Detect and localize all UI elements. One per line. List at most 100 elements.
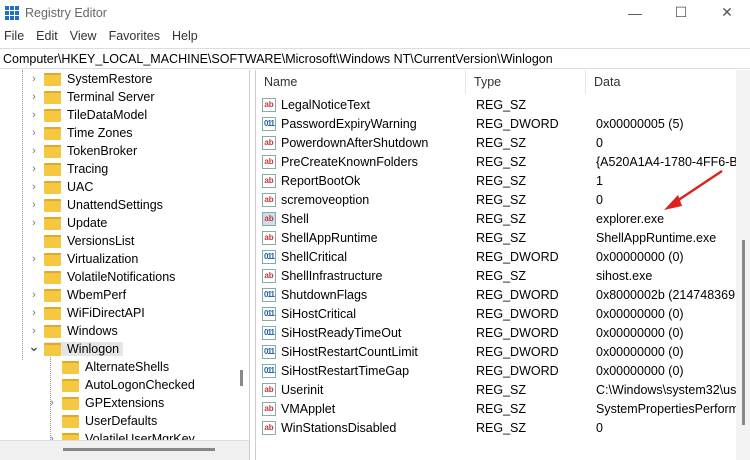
tree-item-label: TokenBroker <box>67 144 138 158</box>
value-type: REG_DWORD <box>476 116 559 131</box>
tree-vertical-scrollbar[interactable] <box>240 370 243 386</box>
tree-item[interactable]: UserDefaults <box>46 412 157 430</box>
window-title: Registry Editor <box>25 5 107 20</box>
value-row[interactable]: ab LegalNoticeText REG_SZ <box>256 95 736 114</box>
value-row[interactable]: ab PowerdownAfterShutdown REG_SZ 0 <box>256 133 736 152</box>
chevron-right-icon[interactable]: › <box>28 181 40 193</box>
chevron-right-icon[interactable]: › <box>28 163 40 175</box>
chevron-right-icon[interactable]: › <box>28 127 40 139</box>
tree-item[interactable]: › WbemPerf <box>28 286 126 304</box>
value-row[interactable]: 011 ShutdownFlags REG_DWORD 0x8000002b (214… <box>256 285 736 304</box>
list-vertical-scrollbar[interactable] <box>736 70 750 460</box>
value-data: 0x00000000 (0) <box>596 325 684 340</box>
value-row[interactable]: 011 SiHostRestartCountLimit REG_DWORD 0x000… <box>256 342 736 361</box>
tree-item-label: VersionsList <box>67 234 135 248</box>
value-data: 0x00000005 (5) <box>596 116 684 131</box>
value-row[interactable]: 011 PasswordExpiryWarning REG_DWORD 0x00000… <box>256 114 736 133</box>
menu-file[interactable]: File <box>4 29 24 43</box>
tree-item[interactable]: › TokenBroker <box>28 142 137 160</box>
value-row[interactable]: ab VMApplet REG_SZ SystemPropertiesPerforma <box>256 399 736 418</box>
close-button[interactable]: ✕ <box>704 0 750 25</box>
menu-view[interactable]: View <box>70 29 97 43</box>
value-row[interactable]: ab Userinit REG_SZ C:\Windows\system32\use <box>256 380 736 399</box>
value-row[interactable]: ab ShellInfrastructure REG_SZ sihost.exe <box>256 266 736 285</box>
tree-item[interactable]: ⌄ Winlogon <box>28 338 124 358</box>
menu-edit[interactable]: Edit <box>36 29 58 43</box>
value-name: ShutdownFlags <box>281 287 368 302</box>
column-type[interactable]: Type <box>466 70 586 94</box>
tree-item[interactable]: › UAC <box>28 178 93 196</box>
value-row[interactable]: ab WinStationsDisabled REG_SZ 0 <box>256 418 736 437</box>
value-data: 0x00000000 (0) <box>596 344 684 359</box>
scroll-thumb[interactable] <box>742 240 745 425</box>
tree-item[interactable]: › Tracing <box>28 160 108 178</box>
value-row[interactable]: 011 SiHostRestartTimeGap REG_DWORD 0x000000… <box>256 361 736 380</box>
tree-item[interactable]: › Time Zones <box>28 124 132 142</box>
chevron-right-icon[interactable]: › <box>28 109 40 121</box>
maximize-button[interactable]: ☐ <box>658 0 704 25</box>
chevron-right-icon[interactable]: › <box>28 91 40 103</box>
folder-icon <box>44 72 61 86</box>
value-name-cell: ab PreCreateKnownFolders <box>256 154 466 169</box>
value-name: ShellCritical <box>281 249 347 264</box>
value-row[interactable]: 011 SiHostReadyTimeOut REG_DWORD 0x00000000… <box>256 323 736 342</box>
annotation-arrow <box>664 169 723 210</box>
tree-item-label: Windows <box>67 324 118 338</box>
tree-item[interactable]: VolatileNotifications <box>28 268 175 286</box>
tree-item-label: UserDefaults <box>85 414 158 428</box>
chevron-right-icon[interactable]: › <box>28 325 40 337</box>
chevron-right-icon[interactable]: › <box>28 289 40 301</box>
tree-horizontal-scrollbar[interactable] <box>0 440 249 460</box>
value-name: Userinit <box>281 382 324 397</box>
value-row[interactable]: 011 ShellCritical REG_DWORD 0x00000000 (0) <box>256 247 736 266</box>
tree-item[interactable]: › Update <box>28 214 107 232</box>
chevron-right-icon[interactable]: › <box>28 145 40 157</box>
chevron-right-icon[interactable]: › <box>46 397 58 409</box>
tree-item[interactable]: › SystemRestore <box>28 70 152 88</box>
chevron-down-icon[interactable]: ⌄ <box>28 338 40 355</box>
value-row[interactable]: ab ShellAppRuntime REG_SZ ShellAppRuntime.e… <box>256 228 736 247</box>
tree-item[interactable]: AutoLogonChecked <box>46 376 195 394</box>
value-name: PasswordExpiryWarning <box>281 116 417 131</box>
value-type: REG_DWORD <box>476 287 559 302</box>
tree-item-label: Virtualization <box>67 252 139 266</box>
tree-item-label: Terminal Server <box>67 90 155 104</box>
tree-item[interactable]: AlternateShells <box>46 358 169 376</box>
value-data: 0x00000000 (0) <box>596 363 684 378</box>
chevron-right-icon[interactable]: › <box>28 253 40 265</box>
tree-item[interactable]: › TileDataModel <box>28 106 147 124</box>
tree-item[interactable]: › Terminal Server <box>28 88 155 106</box>
tree-item[interactable]: VersionsList <box>28 232 134 250</box>
value-name: PreCreateKnownFolders <box>281 154 418 169</box>
chevron-right-icon[interactable]: › <box>28 199 40 211</box>
string-value-icon: ab <box>262 173 276 188</box>
tree-item[interactable]: › GPExtensions <box>46 394 164 412</box>
tree-item[interactable]: › Windows <box>28 322 118 340</box>
string-value-icon: ab <box>262 135 276 150</box>
chevron-right-icon[interactable]: › <box>28 217 40 229</box>
value-row[interactable]: 011 SiHostCritical REG_DWORD 0x00000000 (0) <box>256 304 736 323</box>
value-name-cell: ab ReportBootOk <box>256 173 466 188</box>
column-data[interactable]: Data <box>586 70 736 94</box>
tree-item[interactable]: › WiFiDirectAPI <box>28 304 145 322</box>
value-type: REG_SZ <box>476 401 527 416</box>
key-tree: › SystemRestore › Terminal Server › TileDataM… <box>0 70 250 460</box>
menu-help[interactable]: Help <box>172 29 198 43</box>
value-name: SiHostRestartCountLimit <box>281 344 418 359</box>
scroll-thumb[interactable] <box>63 448 215 451</box>
value-name-cell: ab scremoveoption <box>256 192 466 207</box>
string-value-icon: ab <box>262 154 276 169</box>
folder-icon <box>44 342 61 356</box>
tree-item-label: TileDataModel <box>67 108 148 122</box>
column-name[interactable]: Name <box>256 70 466 94</box>
address-bar[interactable]: Computer\HKEY_LOCAL_MACHINE\SOFTWARE\Mic… <box>0 48 750 69</box>
tree-item[interactable]: › Virtualization <box>28 250 138 268</box>
string-value-icon: ab <box>262 382 276 397</box>
minimize-button[interactable]: — <box>612 0 658 25</box>
value-data: sihost.exe <box>596 268 653 283</box>
chevron-right-icon[interactable]: › <box>28 73 40 85</box>
tree-item[interactable]: › UnattendSettings <box>28 196 163 214</box>
chevron-right-icon[interactable]: › <box>28 307 40 319</box>
menu-favorites[interactable]: Favorites <box>109 29 160 43</box>
tree-guide <box>22 70 23 360</box>
